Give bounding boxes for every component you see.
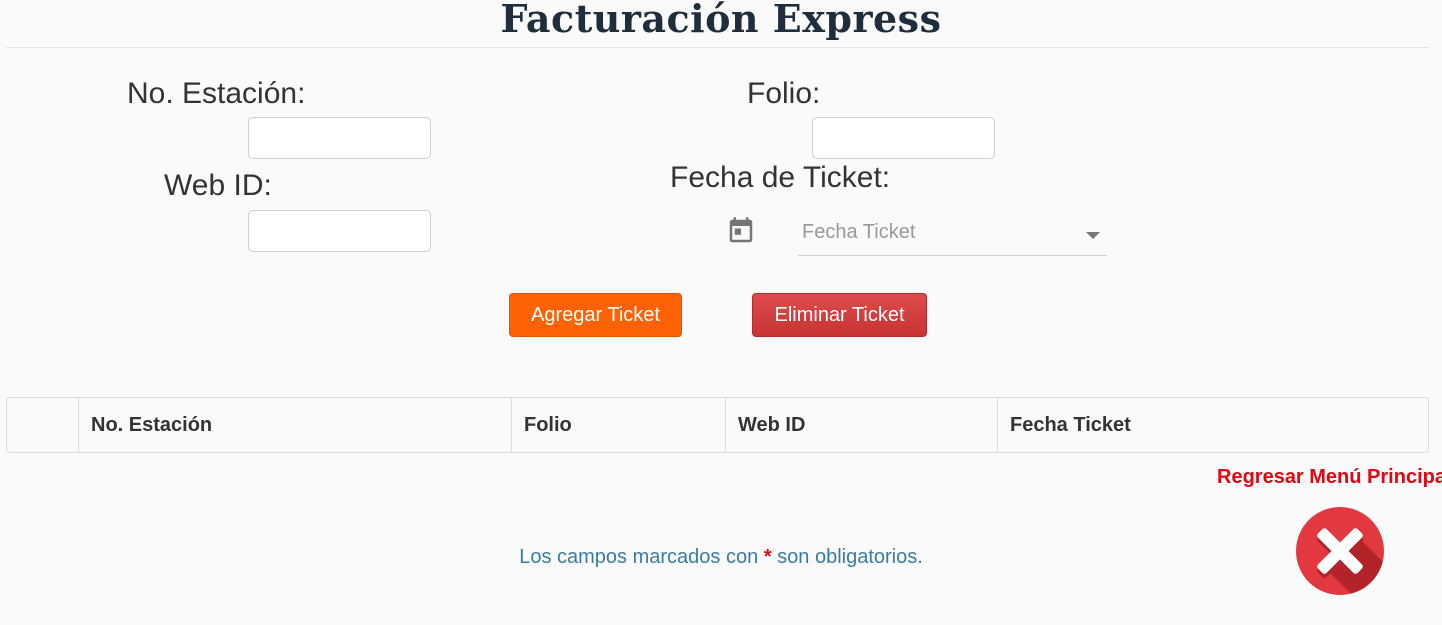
date-label: Fecha de Ticket: bbox=[670, 161, 891, 194]
station-input[interactable] bbox=[248, 117, 431, 159]
tickets-table: No. Estación Folio Web ID Fecha Ticket bbox=[6, 397, 1429, 453]
table-header-folio[interactable]: Folio bbox=[511, 398, 725, 452]
station-label: No. Estación: bbox=[127, 77, 306, 110]
back-to-main-menu-link[interactable]: Regresar Menú Principal bbox=[1217, 466, 1442, 489]
folio-input[interactable] bbox=[812, 117, 995, 159]
add-ticket-button[interactable]: Agregar Ticket bbox=[509, 293, 682, 337]
required-fields-note: Los campos marcados con * son obligatori… bbox=[0, 546, 1442, 569]
folio-label: Folio: bbox=[747, 77, 821, 110]
webid-input[interactable] bbox=[248, 210, 431, 252]
chevron-down-icon bbox=[1086, 232, 1100, 239]
calendar-icon[interactable] bbox=[726, 216, 756, 246]
date-select[interactable]: Fecha Ticket bbox=[798, 212, 1107, 256]
table-header-station[interactable]: No. Estación bbox=[78, 398, 511, 452]
delete-ticket-button[interactable]: Eliminar Ticket bbox=[752, 293, 927, 337]
title-divider bbox=[6, 47, 1429, 48]
required-asterisk: * bbox=[763, 546, 772, 568]
table-header-date[interactable]: Fecha Ticket bbox=[997, 398, 1428, 452]
webid-label: Web ID: bbox=[164, 169, 272, 202]
date-placeholder: Fecha Ticket bbox=[802, 221, 916, 243]
required-note-text-after: son obligatorios. bbox=[777, 546, 923, 568]
table-header-select bbox=[7, 398, 78, 452]
page-title: Facturación Express bbox=[500, 0, 942, 41]
table-header-webid[interactable]: Web ID bbox=[725, 398, 997, 452]
required-note-text-before: Los campos marcados con bbox=[519, 546, 759, 568]
